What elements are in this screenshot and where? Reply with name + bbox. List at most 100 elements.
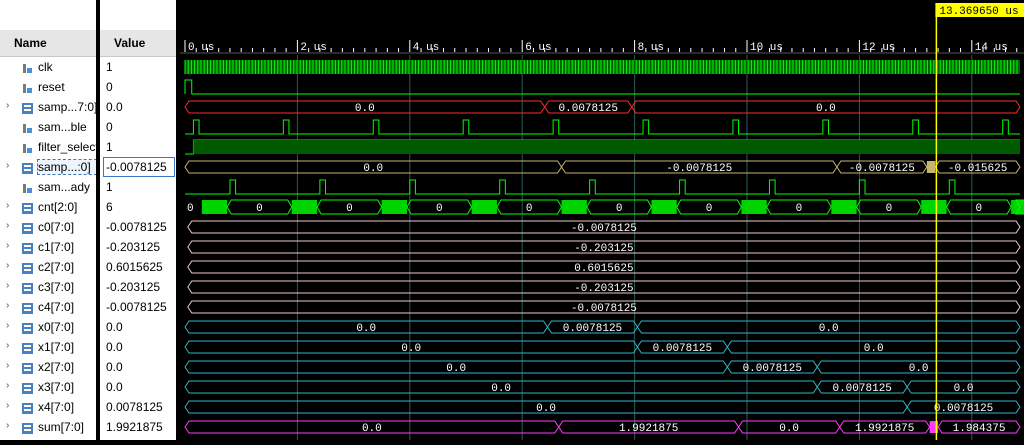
counter-burst — [831, 200, 857, 214]
bus-value-label: 0.0078125 — [832, 383, 891, 395]
signal-name: sam...ble — [38, 120, 87, 134]
bus-value-label: -0.0078125 — [571, 303, 637, 315]
bus-value-label: 1.984375 — [953, 423, 1006, 435]
bus-value-label: 0.0 — [362, 423, 382, 435]
signal-row[interactable]: › c3[7:0] -0.203125 — [0, 277, 176, 297]
value-column-header[interactable]: Value — [100, 30, 180, 57]
expand-chevron-icon[interactable]: › — [6, 100, 9, 111]
bus-signal-icon — [22, 301, 33, 314]
counter-burst — [561, 200, 587, 214]
name-column-header[interactable]: Name — [0, 30, 97, 57]
signal-value: -0.0078125 — [106, 300, 167, 314]
counter-burst — [471, 200, 497, 214]
expand-chevron-icon[interactable]: › — [6, 200, 9, 211]
signal-name: c1[7:0] — [38, 240, 75, 254]
signal-name: c3[7:0] — [38, 280, 75, 294]
bus-value-label: 0.0 — [446, 363, 466, 375]
timeline-tick-label: 2 us — [300, 42, 326, 54]
counter-value-label: 0 — [526, 203, 533, 215]
counter-value-label: 0 — [256, 203, 263, 215]
signal-row[interactable]: › c4[7:0] -0.0078125 — [0, 297, 176, 317]
bus-signal-icon — [22, 341, 33, 354]
bus-value-label: 1.9921875 — [855, 423, 914, 435]
value-column-label: Value — [114, 36, 146, 50]
pulse-wave — [185, 119, 1020, 135]
signal-value: -0.203125 — [106, 280, 161, 294]
expand-chevron-icon[interactable]: › — [6, 400, 9, 411]
signal-row[interactable]: › c0[7:0] -0.0078125 — [0, 217, 176, 237]
expand-chevron-icon[interactable]: › — [6, 420, 9, 431]
signal-row[interactable]: clk 1 — [0, 57, 176, 77]
expand-chevron-icon[interactable]: › — [6, 220, 9, 231]
signal-value: 0.0 — [106, 380, 123, 394]
signal-name: samp...:0] — [37, 159, 97, 175]
expand-chevron-icon[interactable]: › — [6, 160, 9, 171]
bus-value-label: 0.0 — [363, 163, 383, 175]
signal-name: c0[7:0] — [38, 220, 75, 234]
expand-chevron-icon[interactable]: › — [6, 380, 9, 391]
bus-value-label: 0.0 — [816, 103, 836, 115]
signal-row[interactable]: sam...ady 1 — [0, 177, 176, 197]
timeline-tick-label: 4 us — [413, 42, 439, 54]
signal-name: c2[7:0] — [38, 260, 75, 274]
expand-chevron-icon[interactable]: › — [6, 260, 9, 271]
signal-name: clk — [38, 60, 53, 74]
signal-row[interactable]: sam...ble 0 — [0, 117, 176, 137]
bus-signal-icon — [22, 161, 33, 174]
name-value-divider[interactable] — [96, 0, 100, 440]
signal-row[interactable]: › samp...:0] -0.0078125 — [0, 157, 176, 177]
expand-chevron-icon[interactable]: › — [6, 320, 9, 331]
timeline-tick-label: 12 us — [862, 42, 895, 54]
expand-chevron-icon[interactable]: › — [6, 280, 9, 291]
expand-chevron-icon[interactable]: › — [6, 300, 9, 311]
bus-value-label: 0.0 — [401, 343, 421, 355]
signal-row[interactable]: › x4[7:0] 0.0078125 — [0, 397, 176, 417]
signal-row[interactable]: › sum[7:0] 1.9921875 — [0, 417, 176, 437]
bus-value-label: 1.9921875 — [619, 423, 678, 435]
expand-chevron-icon[interactable]: › — [6, 240, 9, 251]
bus-value-label: -0.0078125 — [571, 223, 637, 235]
counter-value-label: 0 — [976, 203, 983, 215]
signal-value: 0.0078125 — [106, 400, 163, 414]
pulse-wave — [185, 179, 1020, 195]
signal-row[interactable]: › c2[7:0] 0.6015625 — [0, 257, 176, 277]
bus-signal-icon — [22, 201, 33, 214]
signal-name: c4[7:0] — [38, 300, 75, 314]
signal-value: 1 — [106, 140, 113, 154]
counter-burst — [381, 200, 407, 214]
bus-value-label: 0.0 — [355, 103, 375, 115]
counter-burst — [201, 200, 228, 214]
bus-value-label: -0.203125 — [574, 283, 633, 295]
counter-burst — [291, 200, 318, 214]
bus-value-label: 0.0 — [954, 383, 974, 395]
name-column-label: Name — [14, 36, 47, 50]
counter-value-label: 0 — [346, 203, 353, 215]
signal-row[interactable]: reset 0 — [0, 77, 176, 97]
signal-value: 0.0 — [106, 320, 123, 334]
bus-value-label: 0.0 — [819, 323, 839, 335]
bus-value-label: 0.0 — [536, 403, 556, 415]
cursor-time-label: 13.369650 us — [939, 6, 1018, 18]
bit-signal-icon — [22, 181, 33, 193]
wave-pane[interactable]: 0 us 2 us 4 us 6 us 8 us 10 us 12 us 14 us 0.0 0.… — [180, 0, 1024, 440]
signal-row[interactable]: › samp...7:0] 0.0 — [0, 97, 176, 117]
bus-signal-icon — [22, 401, 33, 414]
expand-chevron-icon[interactable]: › — [6, 360, 9, 371]
waveform-viewer: Name Value clk 1 reset 0 › samp...7:0] 0.0 sam.… — [0, 0, 1024, 440]
bus-signal-icon — [22, 221, 33, 234]
signal-row[interactable]: filter_select 1 — [0, 137, 176, 157]
signal-row[interactable]: › cnt[2:0] 6 — [0, 197, 176, 217]
signal-panel: Name Value clk 1 reset 0 › samp...7:0] 0.0 sam.… — [0, 0, 180, 440]
signal-row[interactable]: › x0[7:0] 0.0 — [0, 317, 176, 337]
expand-chevron-icon[interactable]: › — [6, 340, 9, 351]
signal-row[interactable]: › c1[7:0] -0.203125 — [0, 237, 176, 257]
bus-signal-icon — [22, 321, 33, 334]
signal-value: -0.0078125 — [106, 220, 167, 234]
bus-signal-icon — [22, 361, 33, 374]
signal-row[interactable]: › x2[7:0] 0.0 — [0, 357, 176, 377]
signal-row[interactable]: › x1[7:0] 0.0 — [0, 337, 176, 357]
waveform-canvas[interactable]: 0 us 2 us 4 us 6 us 8 us 10 us 12 us 14 us 0.0 0.… — [180, 0, 1024, 440]
counter-burst — [651, 200, 677, 214]
signal-row[interactable]: › x3[7:0] 0.0 — [0, 377, 176, 397]
signal-name: x3[7:0] — [38, 380, 75, 394]
